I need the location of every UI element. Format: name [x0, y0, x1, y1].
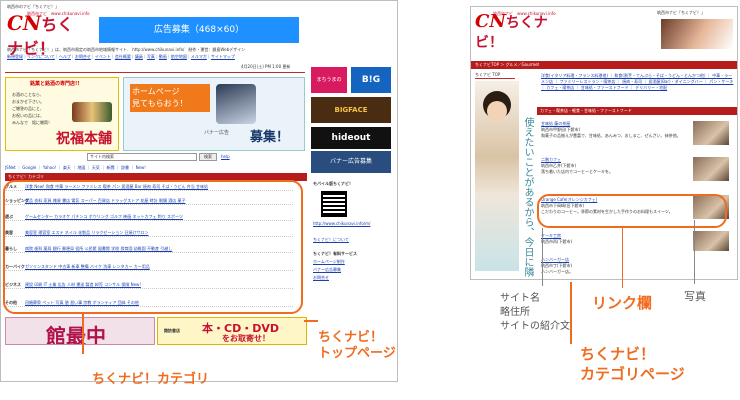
ad-banner-468[interactable]: 広告募集（468×60）: [99, 17, 299, 43]
right-menu-item[interactable]: バナー広告募集: [313, 267, 341, 273]
side-ad[interactable]: B!G: [351, 67, 391, 93]
nav-links: 新規登録｜リンクについて｜ヘルプ｜お問合せ｜イベント｜会社概要｜議員｜写真｜動画…: [7, 54, 235, 59]
mobile-url[interactable]: http://www.chikunavi.info/m/: [313, 221, 370, 227]
top-line: 筑西市ナビ「ちくナビ！」: [657, 10, 705, 15]
side-photo: [475, 81, 519, 271]
side-ad[interactable]: まちうまの: [311, 67, 347, 93]
header-photo: [661, 19, 733, 49]
banner-shop[interactable]: 銘菓と銘酒の専門店!! お酒のことなら、 おまかせ下さい。 ご贈答の品にと、 お…: [5, 77, 119, 151]
side-ad[interactable]: バナー広告募集: [311, 151, 391, 173]
site-name-pointer: [542, 228, 543, 286]
intro-text: 筑西市ナビ「ちくナビ！」は、筑西市限定の筑西市地域情報サイト. http://w…: [7, 47, 246, 52]
listing-item[interactable]: ハンバーガー店 筑西市丁(下館市) ハンバーガー店。: [541, 257, 691, 275]
banner-homepage[interactable]: ホームページ 見てもらおう！ バナー広告 募集！: [123, 77, 305, 151]
listing-photo: [693, 121, 729, 145]
right-menu-item[interactable]: ちくナビ！について: [313, 237, 349, 243]
bottom-ad-left[interactable]: 館最中: [5, 317, 155, 345]
label-top-page: ちくナビ！ トップページ: [318, 330, 396, 361]
vertical-copy: 使えたいことがあるから、今日に隣にいてくれる誠意のある。: [523, 117, 533, 277]
listing-item[interactable]: 二階カフェ 筑西市乙井(下館市) 落ち着いた店内でコーヒーとケーキを。: [541, 157, 691, 175]
header-rule: [5, 72, 305, 73]
label-site-info: サイト名 略住所 サイトの紹介文: [500, 293, 570, 332]
category-callout: [3, 180, 303, 314]
listing-item[interactable]: ケーキ工房 筑西市丙(下館市): [541, 233, 691, 245]
category-link-list[interactable]: 洋食(イタリア料理・フランス料理他) ｜ 和食(割烹・てんぷら・そば・うどん・と…: [541, 73, 735, 105]
label-category-page: ちくナビ！ カテゴリページ: [580, 345, 685, 383]
side-ad[interactable]: BIGFACE: [311, 97, 391, 123]
listing-callout: [537, 194, 727, 228]
link-column-pointer: [622, 228, 623, 288]
mobile-title: モバイル版ちくナビ！: [313, 181, 353, 186]
section-title: カフェ・喫茶店・軽食・甘味処・ファーストフード: [537, 107, 737, 115]
label-left-category: ちくナビ！カテゴリ: [92, 372, 210, 387]
search-engines: JSNet ｜ Google ｜ Yahoo! ｜ 楽天 ｜ 地図 ｜ 天気 ｜…: [5, 165, 146, 170]
search-button[interactable]: 検索: [199, 153, 217, 161]
top-line: 筑西市のナビ「ちくナビ！」: [7, 4, 59, 9]
label-link-column: リンク欄: [592, 294, 653, 312]
site-logo[interactable]: CNちくナビ！ 筑西市ナビ www.chikunavi.info: [475, 11, 556, 51]
category-page-screenshot: CNちくナビ！ 筑西市ナビ www.chikunavi.info 筑西市ナビ「ち…: [470, 6, 738, 280]
photo-pointer: [694, 220, 695, 284]
bottles-image: [72, 102, 112, 122]
label-photo: 写真: [684, 290, 706, 303]
person-image: [216, 84, 256, 124]
listing-photo: [693, 231, 729, 251]
qr-code: [321, 191, 347, 217]
site-logo[interactable]: CNちくナビ！ 筑西市ナビ www.chikunavi.info: [7, 11, 90, 58]
shop-name: 祝福本舗: [56, 131, 112, 147]
breadcrumb[interactable]: ちくナビTOP ＞ グルメ／Gourmet: [475, 62, 539, 67]
category-pointer-line: [82, 314, 84, 354]
help-link[interactable]: help: [221, 154, 230, 160]
top-page-pointer: [304, 320, 318, 322]
category-page-pointer: [570, 282, 572, 344]
update-text: 4月20日(土) PM 1:00 更新: [241, 64, 291, 69]
right-menu-item[interactable]: ホームページ制作: [313, 259, 345, 265]
right-menu-item[interactable]: お問合せ: [313, 275, 329, 281]
right-menu-item[interactable]: ちくナビ！有料サービス: [313, 251, 357, 257]
breadcrumb-bar: ちくナビTOP ＞ グルメ／Gourmet: [471, 61, 737, 69]
nav-tab-top[interactable]: ちくナビ TOP: [475, 71, 515, 79]
search-input[interactable]: サイト内検索: [87, 153, 197, 161]
bottom-ad-right[interactable]: 諏訪書店 本・CD・DVD をお取寄せ！: [157, 317, 307, 345]
listing-photo: [693, 157, 729, 181]
listing-item[interactable]: 甘味処 藤の茶屋 筑西市甲野田(下館市) 和菓子の品揃えが豊富で、甘味処、あんみ…: [541, 121, 691, 139]
side-ad[interactable]: hideout: [311, 127, 391, 149]
